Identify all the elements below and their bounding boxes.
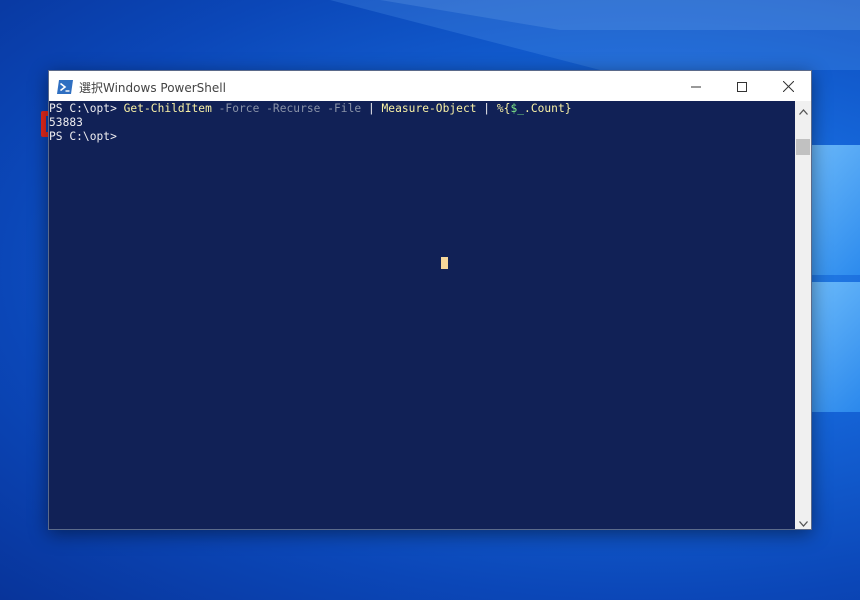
prompt: PS C:\opt> xyxy=(49,102,124,115)
powershell-icon xyxy=(57,79,73,94)
pipe-symbol: | xyxy=(476,102,497,115)
output-line: 53883 xyxy=(49,116,83,129)
powershell-window[interactable]: 選択Windows PowerShell PS C:\opt> Get-Chil… xyxy=(48,70,812,530)
vertical-scrollbar[interactable] xyxy=(795,101,811,529)
window-title: 選択Windows PowerShell xyxy=(79,81,226,95)
scrollbar-thumb[interactable] xyxy=(796,139,810,155)
text-cursor xyxy=(441,257,448,269)
maximize-icon xyxy=(737,77,747,96)
foreach-alias: %{ xyxy=(496,102,511,115)
chevron-up-icon xyxy=(798,100,808,119)
minimize-button[interactable] xyxy=(673,71,719,101)
console-area[interactable]: PS C:\opt> Get-ChildItem -Force -Recurse… xyxy=(49,101,795,529)
cmd-parameters: -Force -Recurse -File xyxy=(211,102,368,115)
maximize-button[interactable] xyxy=(719,71,765,101)
command-line: PS C:\opt> Get-ChildItem -Force -Recurse… xyxy=(49,102,572,116)
minimize-icon xyxy=(691,77,701,96)
pipeline-variable: $_ xyxy=(510,102,525,115)
pipe-symbol: | xyxy=(367,102,382,115)
cmdlet-measure-object: Measure-Object xyxy=(381,102,477,115)
count-property: .Count} xyxy=(524,102,572,115)
scroll-up-button[interactable] xyxy=(795,101,811,117)
chevron-down-icon xyxy=(798,512,808,531)
prompt-line: PS C:\opt> xyxy=(49,130,117,143)
close-button[interactable] xyxy=(765,71,811,101)
close-icon xyxy=(782,77,794,96)
scroll-down-button[interactable] xyxy=(795,513,811,529)
title-bar[interactable]: 選択Windows PowerShell xyxy=(49,71,811,101)
cmdlet-get-childitem: Get-ChildItem xyxy=(123,102,212,115)
